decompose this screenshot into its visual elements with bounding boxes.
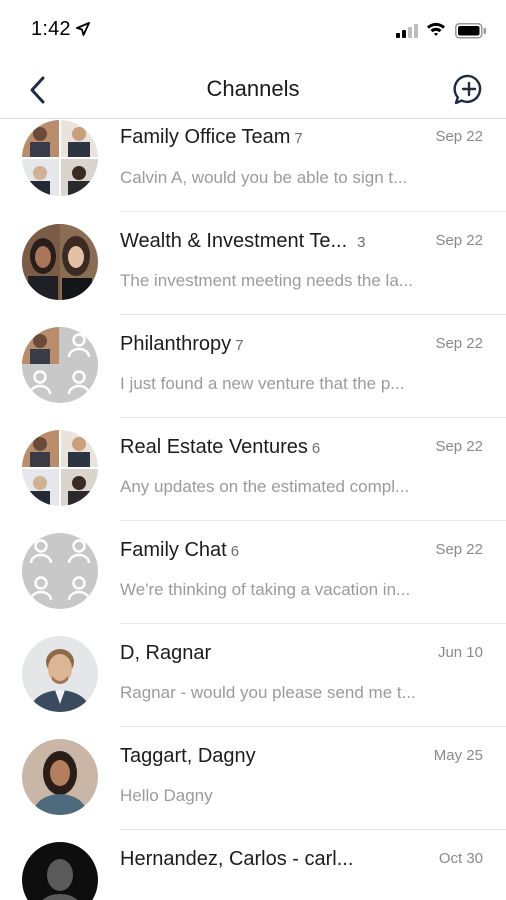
channel-date: Sep 22 <box>435 541 483 558</box>
user-avatar <box>22 739 98 815</box>
channel-row-family-chat[interactable]: Family Chat 6 Sep 22 We're thinking of ta… <box>0 521 506 624</box>
member-count: 7 <box>235 337 244 354</box>
channel-date: May 25 <box>433 747 483 764</box>
channel-row-real-estate-ventures[interactable]: Real Estate Ventures 6 Sep 22 Any updates… <box>0 418 506 521</box>
channel-name: Taggart, Dagny <box>120 745 256 767</box>
message-preview: We're thinking of taking a vacation in..… <box>120 580 411 599</box>
channel-list: Family Office Team 7 Sep 22 Calvin A, wou… <box>0 118 506 900</box>
message-preview: The investment meeting needs the la... <box>120 271 413 290</box>
channel-row-philanthropy[interactable]: Philanthropy 7 Sep 22 I just found a new … <box>0 315 506 418</box>
channel-row-family-office-team[interactable]: Family Office Team 7 Sep 22 Calvin A, wou… <box>0 118 506 213</box>
channel-date: Jun 10 <box>437 644 483 661</box>
channel-row-hernandez-carlos[interactable]: Hernandez, Carlos - carl... Oct 30 <box>0 830 506 900</box>
channel-name-line: Taggart, Dagny <box>120 745 420 768</box>
channel-name-line: Family Chat 6 <box>120 539 420 562</box>
group-avatar <box>22 224 98 300</box>
channel-row-wealth-investment[interactable]: Wealth & Investment Te... 3 Sep 22 The in… <box>0 212 506 315</box>
message-preview: Any updates on the estimated compl... <box>120 477 410 496</box>
channel-date: Sep 22 <box>435 232 483 249</box>
channel-row-d-ragnar[interactable]: D, Ragnar Jun 10 Ragnar - would you plea… <box>0 624 506 727</box>
channel-date: Sep 22 <box>435 438 483 455</box>
wifi-icon <box>426 21 446 42</box>
group-avatar <box>22 430 98 506</box>
status-bar: 1:42 <box>0 0 506 62</box>
group-avatar <box>22 327 98 403</box>
message-preview: Hello Dagny <box>120 786 213 805</box>
member-count: 3 <box>357 234 366 251</box>
channel-name: Wealth & Investment Te... <box>120 230 348 252</box>
channel-name: Family Office Team <box>120 126 291 148</box>
channel-date: Sep 22 <box>435 335 483 352</box>
message-preview: Ragnar - would you please send me t... <box>120 683 416 702</box>
chat-bubble-plus-icon <box>453 74 482 105</box>
channel-name-line: Philanthropy 7 <box>120 333 420 356</box>
location-arrow-icon <box>76 22 90 41</box>
channel-name: Philanthropy <box>120 333 232 355</box>
group-avatar <box>22 120 98 196</box>
channel-name: D, Ragnar <box>120 642 212 664</box>
channel-name-line: Wealth & Investment Te... 3 <box>120 230 420 253</box>
user-avatar <box>22 636 98 712</box>
member-count: 7 <box>294 130 303 147</box>
member-count: 6 <box>230 543 240 560</box>
battery-icon <box>455 23 487 44</box>
message-preview: Calvin A, would you be able to sign t... <box>120 168 408 187</box>
status-time: 1:42 <box>31 18 71 40</box>
channel-name-line: Family Office Team 7 <box>120 126 420 149</box>
member-count: 6 <box>311 440 321 457</box>
channel-name-line: D, Ragnar <box>120 642 420 665</box>
group-avatar <box>22 533 98 609</box>
page-title: Channels <box>206 76 300 101</box>
user-avatar <box>22 842 98 900</box>
channel-row-taggart-dagny[interactable]: Taggart, Dagny May 25 Hello Dagny <box>0 727 506 830</box>
channel-date: Sep 22 <box>435 128 483 145</box>
channel-name-line: Real Estate Ventures 6 <box>120 436 420 459</box>
cellular-signal-icon <box>396 24 418 43</box>
channel-name: Hernandez, Carlos - carl... <box>120 848 354 870</box>
channel-name-line: Hernandez, Carlos - carl... <box>120 848 420 871</box>
navigation-bar: Channels <box>0 62 506 118</box>
channel-name: Real Estate Ventures <box>120 436 308 458</box>
new-channel-button[interactable] <box>449 70 489 110</box>
channel-name: Family Chat <box>120 539 227 561</box>
message-preview: I just found a new venture that the p... <box>120 374 405 393</box>
channel-date: Oct 30 <box>438 850 483 867</box>
